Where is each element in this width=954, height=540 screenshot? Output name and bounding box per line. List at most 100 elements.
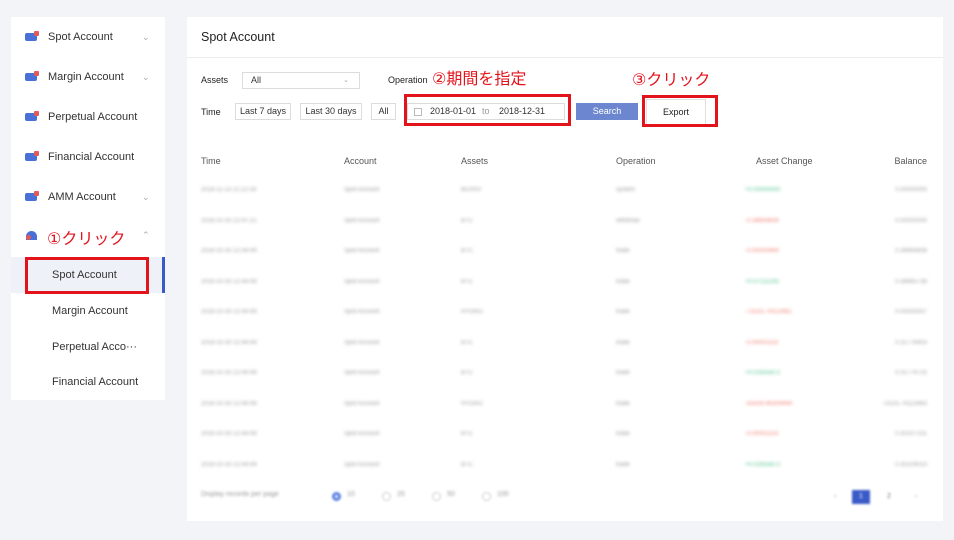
table-cell: 2018-10-30 22:44:49	[201, 278, 257, 285]
wallet-icon	[25, 191, 39, 201]
column-header-operation: Operation	[616, 156, 656, 166]
table-row: 2018-10-30 22:44:49 Spot Account BTC trade -…	[187, 419, 943, 449]
table-cell: 73225.74113463	[882, 400, 927, 407]
sidebar-subitem-label: Financial Account	[52, 376, 139, 388]
last-30-days-button[interactable]: Last 30 days	[300, 103, 362, 120]
annotation-box-date-range	[404, 94, 571, 126]
table-cell: BCHSV	[461, 187, 482, 193]
table-cell: 2018-10-30 22:44:49	[201, 339, 257, 346]
table-row: 2018-10-30 22:44:49 Spot Account BTC trade -…	[187, 236, 943, 266]
column-header-account: Account	[344, 156, 377, 166]
table-row: 2018-10-30 22:44:49 Spot Account BTC trade -…	[187, 328, 943, 358]
table-cell: trade	[616, 431, 630, 437]
table-cell: Spot Account	[344, 309, 380, 315]
table-cell: +0.00000000	[745, 187, 781, 193]
sidebar-item-margin-account[interactable]: Margin Account ⌄	[11, 57, 165, 97]
table-cell: HYDRO	[461, 400, 483, 407]
table-row: 2018-11-13 21:22:16 Spot Account BCHSV syst…	[187, 175, 943, 205]
records-per-page-label: Display records per page	[201, 491, 279, 498]
table-cell: BTC	[461, 339, 473, 346]
table-row: 2018-10-30 22:44:49 Spot Account BTC trade +…	[187, 358, 943, 388]
table-cell: 2018-10-30 22:44:49	[201, 370, 257, 376]
main-panel: Spot Account Assets All ⌄ Operation Time…	[187, 17, 943, 521]
chevron-down-icon: ⌄	[343, 77, 349, 84]
operation-label: Operation	[388, 75, 428, 85]
table-cell: 0.38664808	[895, 248, 927, 254]
table-cell: HYDRO	[461, 309, 483, 315]
annotation-box-spot-account	[25, 257, 149, 294]
table-cell: 0.31776403	[895, 339, 927, 346]
sidebar-item-label: Perpetual Account	[48, 111, 138, 123]
next-page-button[interactable]: ›	[907, 490, 925, 504]
table-cell: 2018-10-30 22:44:49	[201, 309, 257, 315]
table-cell: 0.30107101	[895, 431, 927, 437]
per-page-radio-20[interactable]	[382, 492, 391, 501]
per-page-radio-10[interactable]	[332, 492, 341, 501]
table-row: 2018-10-30 22:44:49 Spot Account HYDRO trad…	[187, 297, 943, 327]
per-page-option-100: 100	[497, 491, 509, 498]
table-cell: -55426.46309494	[745, 400, 793, 407]
gauge-icon	[26, 230, 37, 240]
table-cell: BTC	[461, 278, 473, 285]
sidebar-subitem-label: Perpetual Acco···	[52, 341, 137, 353]
wallet-icon	[25, 71, 39, 81]
table-cell: -0.38664808	[745, 217, 779, 224]
table-row: 2018-10-30 22:44:49 Spot Account HYDRO trad…	[187, 389, 943, 419]
time-label: Time	[201, 107, 221, 117]
chevron-down-icon: ⌄	[142, 31, 150, 42]
per-page-radio-100[interactable]	[482, 492, 491, 501]
sidebar-item-label: Financial Account	[48, 151, 135, 163]
per-page-radio-50[interactable]	[432, 492, 441, 501]
sidebar-item-amm-account[interactable]: AMM Account ⌄	[11, 177, 165, 217]
table-cell: BTC	[461, 431, 473, 437]
page-2-button[interactable]: 2	[880, 490, 898, 504]
table-cell: 2018-10-30 22:47:21	[201, 217, 257, 224]
sidebar-item-perpetual-account[interactable]: Perpetual Account	[11, 97, 165, 137]
table-cell: -0.00001103	[745, 431, 779, 437]
table-cell: 0.30109023	[895, 461, 927, 468]
table-cell: Spot Account	[344, 431, 380, 437]
wallet-icon	[25, 151, 39, 161]
prev-page-button[interactable]: ‹	[826, 490, 844, 504]
assets-select[interactable]: All ⌄	[242, 72, 360, 89]
last-7-days-button[interactable]: Last 7 days	[235, 103, 291, 120]
all-time-button[interactable]: All	[371, 103, 396, 120]
search-button[interactable]: Search	[576, 103, 638, 120]
sidebar-item-label: Spot Account	[48, 31, 113, 43]
sidebar-subitem-margin-account[interactable]: Margin Account	[11, 293, 165, 329]
sidebar-subitem-label: Margin Account	[52, 305, 128, 317]
table-cell: system	[616, 187, 636, 193]
table-cell: trade	[616, 339, 630, 346]
table-cell: 0.38665738	[895, 278, 927, 285]
sidebar-item-label: AMM Account	[48, 191, 116, 203]
table-cell: Spot Account	[344, 248, 380, 254]
table-row: 2018-10-30 22:44:49 Spot Account BTC trade +…	[187, 267, 943, 297]
assets-select-value: All	[251, 75, 262, 85]
table-cell: 2018-10-30 22:44:49	[201, 431, 257, 437]
table-cell: 0.31774725	[895, 370, 927, 376]
per-page-option-20: 20	[397, 491, 405, 498]
table-cell: trade	[616, 400, 630, 407]
page-1-button[interactable]: 1	[852, 490, 870, 504]
table-cell: trade	[616, 248, 630, 254]
table-cell: BTC	[461, 370, 473, 376]
table-cell: Spot Account	[344, 187, 380, 193]
table-cell: trade	[616, 370, 630, 376]
table-cell: Spot Account	[344, 400, 380, 407]
chevron-down-icon: ⌄	[142, 71, 150, 82]
column-header-balance: Balance	[894, 156, 927, 166]
table-cell: BTC	[461, 248, 473, 254]
sidebar-subitem-financial-account[interactable]: Financial Account	[11, 364, 165, 400]
sidebar-subitem-perpetual-account[interactable]: Perpetual Acco···	[11, 329, 165, 365]
annotation-step2: ②期間を指定	[432, 69, 527, 88]
chevron-down-icon: ⌄	[142, 191, 150, 202]
sidebar-item-financial-account[interactable]: Financial Account	[11, 137, 165, 177]
annotation-step1: ①クリック	[47, 229, 126, 248]
table-cell: 2018-11-13 21:22:16	[201, 187, 257, 193]
annotation-step3: ③クリック	[632, 70, 711, 89]
sidebar-item-spot-account[interactable]: Spot Account ⌄	[11, 17, 165, 57]
table-cell: +0.01655872	[745, 461, 781, 468]
table-cell: 2018-10-30 22:44:49	[201, 248, 257, 254]
per-page-option-10: 10	[347, 491, 355, 498]
table-cell: Spot Account	[344, 278, 380, 285]
